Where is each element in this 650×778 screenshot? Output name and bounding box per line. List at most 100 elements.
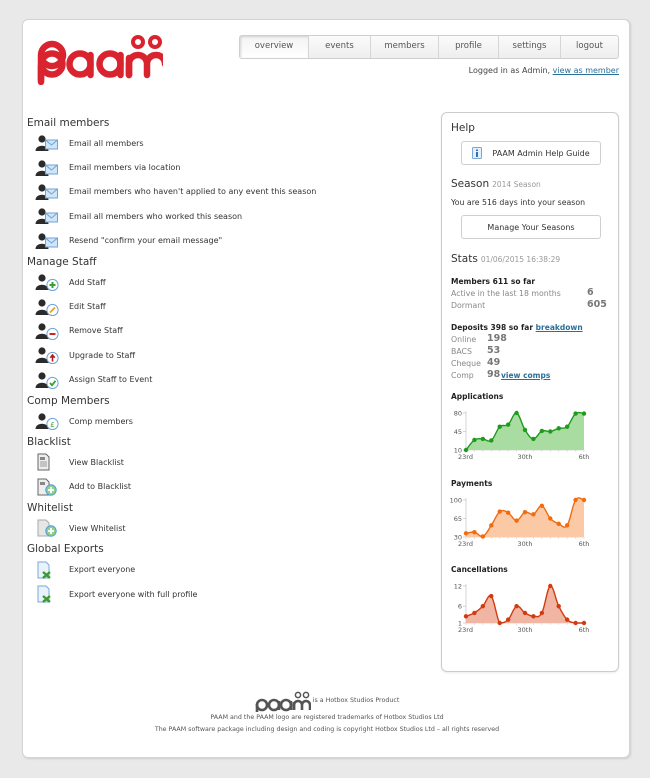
- data-point[interactable]: [472, 610, 477, 616]
- data-point[interactable]: [480, 534, 486, 539]
- data-point[interactable]: [463, 447, 469, 453]
- action-link[interactable]: £ Comp members: [27, 409, 427, 433]
- nav-tab-profile[interactable]: profile: [438, 36, 498, 58]
- data-point[interactable]: [472, 530, 477, 535]
- data-point[interactable]: [463, 531, 469, 536]
- data-point[interactable]: [556, 521, 561, 526]
- data-point[interactable]: [531, 436, 536, 442]
- stat-label: Dormant: [451, 301, 486, 310]
- action-link[interactable]: Export everyone: [27, 557, 427, 581]
- data-point[interactable]: [480, 436, 486, 442]
- data-point[interactable]: [472, 437, 477, 443]
- data-point[interactable]: [573, 497, 578, 503]
- nav-tab-settings[interactable]: settings: [498, 36, 560, 58]
- chart-title-cancellations: Cancellations: [451, 565, 508, 574]
- action-link[interactable]: Edit Staff: [27, 294, 427, 318]
- action-link[interactable]: Email members via location: [27, 155, 427, 179]
- action-link[interactable]: Email all members: [27, 131, 427, 155]
- page-container: overview events members profile settings logo…: [22, 19, 630, 758]
- action-label: Email all members who worked this season: [69, 211, 243, 221]
- document-icon: [35, 453, 59, 471]
- data-point[interactable]: [581, 411, 587, 416]
- data-point[interactable]: [581, 497, 587, 503]
- data-point[interactable]: [531, 512, 536, 517]
- blank-document-add-icon: [35, 519, 59, 537]
- action-link[interactable]: View Blacklist: [27, 450, 427, 474]
- section-global-exports: Global Exports Export everyone Export ever…: [27, 541, 427, 606]
- user-remove-icon: [35, 322, 59, 341]
- action-link[interactable]: Assign Staff to Event: [27, 368, 427, 392]
- action-link[interactable]: View Whitelist: [27, 516, 427, 540]
- nav-tab-logout[interactable]: logout: [560, 36, 618, 58]
- help-guide-label: PAAM Admin Help Guide: [492, 148, 590, 158]
- data-point[interactable]: [556, 426, 561, 431]
- data-point[interactable]: [539, 503, 545, 509]
- action-link[interactable]: Export everyone with full profile: [27, 582, 427, 606]
- data-point[interactable]: [480, 603, 486, 609]
- chart-title-payments: Payments: [451, 479, 493, 488]
- data-point[interactable]: [556, 603, 561, 609]
- data-point[interactable]: [505, 422, 511, 427]
- user-email-icon: [35, 207, 59, 225]
- footer: is a Hotbox Studios Product PAAM and the…: [23, 690, 631, 736]
- data-point[interactable]: [505, 510, 511, 515]
- data-point[interactable]: [564, 617, 570, 622]
- data-point[interactable]: [573, 411, 578, 416]
- action-link[interactable]: Email all members who worked this season: [27, 204, 427, 228]
- y-tick-label: 12: [454, 583, 462, 591]
- y-tick-label: 45: [454, 428, 462, 436]
- action-link[interactable]: Remove Staff: [27, 319, 427, 343]
- nav-tab-overview[interactable]: overview: [240, 36, 308, 58]
- members-dormant-row: Dormant 605: [451, 299, 607, 310]
- action-link[interactable]: Upgrade to Staff: [27, 343, 427, 367]
- data-point[interactable]: [497, 509, 502, 514]
- data-point[interactable]: [522, 509, 528, 515]
- data-point[interactable]: [531, 614, 536, 619]
- data-point[interactable]: [539, 428, 545, 434]
- action-label: Edit Staff: [69, 302, 106, 312]
- nav-tab-events[interactable]: events: [308, 36, 370, 58]
- data-point[interactable]: [489, 523, 494, 528]
- action-link[interactable]: Email members who haven't applied to any…: [27, 180, 427, 204]
- action-link[interactable]: Add Staff: [27, 270, 427, 294]
- help-guide-button[interactable]: PAAM Admin Help Guide: [461, 141, 601, 165]
- data-point[interactable]: [497, 620, 502, 626]
- action-link[interactable]: Resend "confirm your email message": [27, 229, 427, 253]
- nav-tab-members[interactable]: members: [370, 36, 438, 58]
- data-point[interactable]: [514, 603, 519, 609]
- manage-seasons-button[interactable]: Manage Your Seasons: [461, 215, 601, 239]
- view-as-member-link[interactable]: view as member: [553, 66, 619, 75]
- data-point[interactable]: [489, 593, 494, 599]
- data-point[interactable]: [548, 516, 553, 521]
- data-point[interactable]: [539, 610, 545, 616]
- action-link[interactable]: Add to Blacklist: [27, 475, 427, 499]
- data-point[interactable]: [581, 620, 587, 626]
- view-comps-link[interactable]: view comps: [501, 371, 550, 380]
- user-email-icon: [35, 134, 59, 152]
- data-point[interactable]: [497, 424, 502, 429]
- data-point[interactable]: [548, 583, 553, 589]
- data-point[interactable]: [514, 410, 519, 416]
- x-tick-label: 6th: [579, 626, 590, 634]
- section-email-members: Email members Email all members Email memb…: [27, 115, 427, 253]
- data-point[interactable]: [522, 427, 528, 433]
- data-point[interactable]: [564, 424, 570, 429]
- stats-heading: Stats 01/06/2015 16:38:29: [451, 253, 560, 265]
- stat-value: 198: [487, 333, 507, 344]
- x-tick-label: 23rd: [458, 453, 473, 461]
- data-point[interactable]: [505, 617, 511, 622]
- action-label: Add to Blacklist: [69, 482, 131, 492]
- paam-logo[interactable]: [35, 30, 163, 85]
- breakdown-link[interactable]: breakdown: [536, 323, 583, 332]
- data-point[interactable]: [573, 620, 578, 626]
- series-area: [466, 497, 584, 537]
- data-point[interactable]: [522, 610, 528, 616]
- data-point[interactable]: [548, 429, 553, 434]
- season-heading: Season 2014 Season: [451, 178, 541, 190]
- data-point[interactable]: [514, 518, 519, 523]
- data-point[interactable]: [564, 523, 570, 528]
- action-label: Upgrade to Staff: [69, 350, 135, 360]
- data-point[interactable]: [489, 438, 494, 443]
- section-blacklist: Blacklist View Blacklist Add to Blacklist: [27, 434, 427, 499]
- data-point[interactable]: [463, 614, 469, 619]
